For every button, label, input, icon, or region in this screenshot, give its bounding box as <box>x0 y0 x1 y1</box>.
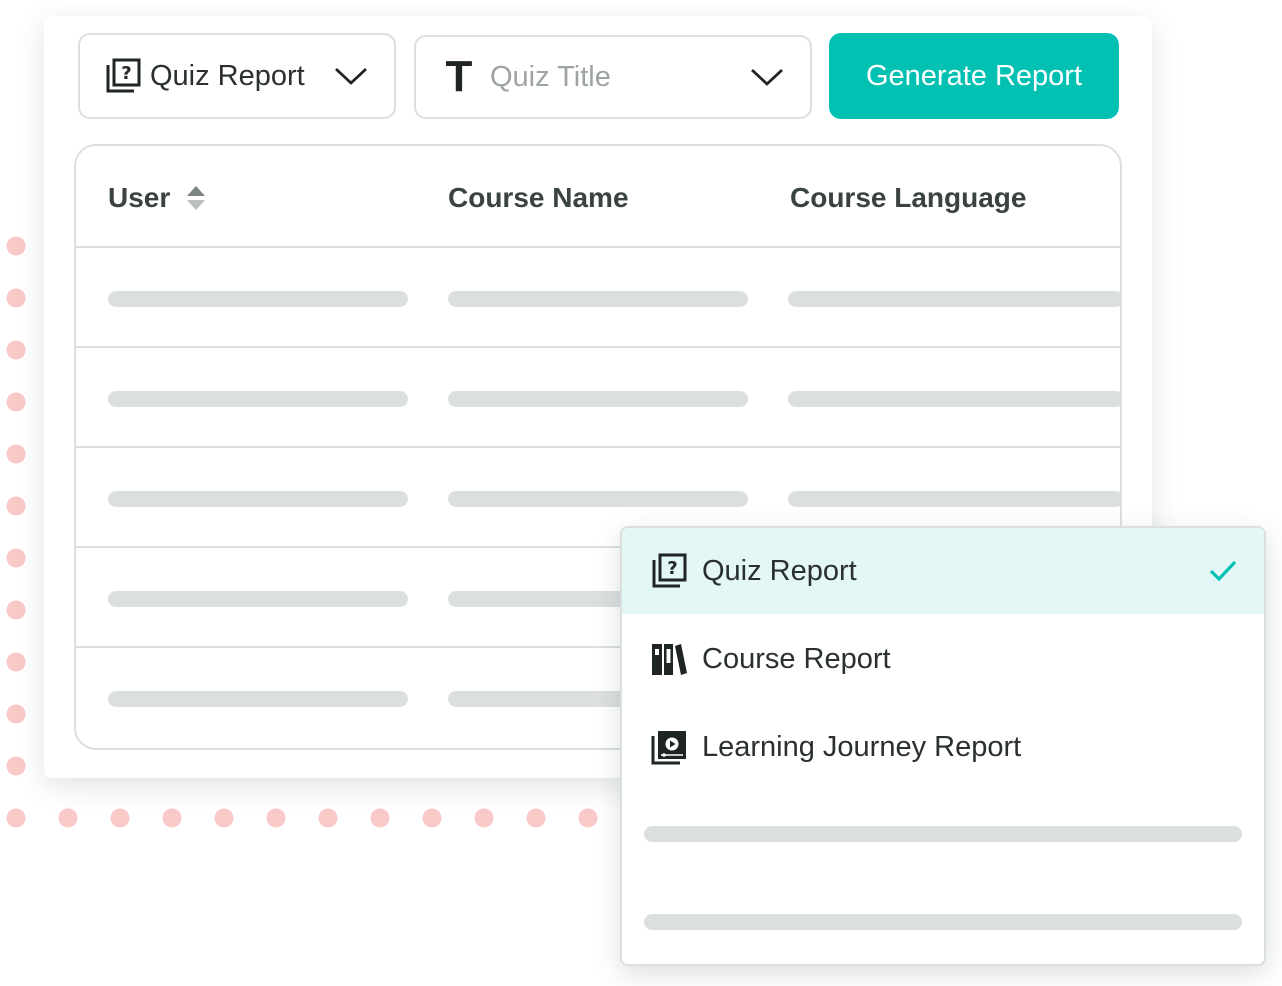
decorative-dot <box>6 496 26 516</box>
decorative-dot <box>6 392 26 412</box>
column-header-user[interactable]: User <box>108 182 206 214</box>
column-header-course-name: Course Name <box>448 182 629 214</box>
decorative-dot <box>6 600 26 620</box>
skeleton-cell <box>108 491 408 507</box>
quiz-report-icon: ? <box>652 553 687 588</box>
svg-text:?: ? <box>667 558 677 579</box>
column-header-course-language: Course Language <box>790 182 1026 214</box>
sort-icon[interactable] <box>186 185 206 211</box>
menu-item-label: Quiz Report <box>702 554 857 587</box>
skeleton-cell <box>448 491 748 507</box>
column-header-label: User <box>108 182 171 213</box>
decorative-dot <box>6 548 26 568</box>
menu-item-learning-journey-report[interactable]: Learning Journey Report <box>622 704 1264 790</box>
decorative-dot <box>422 808 442 828</box>
decorative-dot <box>6 808 26 828</box>
skeleton-menu-item <box>644 914 1242 930</box>
chevron-down-icon <box>751 68 783 86</box>
decorative-dot <box>578 808 598 828</box>
skeleton-cell <box>108 591 408 607</box>
skeleton-cell <box>108 691 408 707</box>
skeleton-menu-item <box>644 826 1242 842</box>
decorative-dot <box>6 704 26 724</box>
quiz-title-placeholder: Quiz Title <box>490 60 611 93</box>
menu-item-label: Learning Journey Report <box>702 730 1022 763</box>
skeleton-cell <box>788 391 1120 407</box>
skeleton-cell <box>788 291 1120 307</box>
decorative-dot <box>214 808 234 828</box>
decorative-dot <box>6 288 26 308</box>
chevron-down-icon <box>335 67 367 85</box>
decorative-dot <box>6 444 26 464</box>
decorative-dot <box>370 808 390 828</box>
menu-item-course-report[interactable]: Course Report <box>622 616 1264 702</box>
skeleton-cell <box>108 391 408 407</box>
table-header: User Course Name Course Language <box>76 146 1120 248</box>
decorative-dot <box>6 236 26 256</box>
decorative-dot <box>526 808 546 828</box>
text-icon: T <box>445 52 473 101</box>
decorative-dot <box>6 652 26 672</box>
quiz-report-icon: ? <box>106 58 141 93</box>
report-type-value: Quiz Report <box>150 59 305 92</box>
report-type-select[interactable]: ? Quiz Report <box>78 33 396 119</box>
books-icon <box>652 644 687 675</box>
table-row <box>76 248 1120 348</box>
decorative-dot <box>110 808 130 828</box>
decorative-dot <box>6 756 26 776</box>
quiz-title-select[interactable]: T Quiz Title <box>414 35 812 119</box>
skeleton-cell <box>108 291 408 307</box>
table-row <box>76 348 1120 448</box>
decorative-dot <box>58 808 78 828</box>
skeleton-cell <box>448 391 748 407</box>
checkmark-icon <box>1209 560 1237 582</box>
generate-report-button[interactable]: Generate Report <box>829 33 1119 119</box>
svg-text:?: ? <box>121 63 131 84</box>
menu-item-quiz-report[interactable]: ? Quiz Report <box>622 528 1264 614</box>
skeleton-cell <box>448 291 748 307</box>
column-header-label: Course Name <box>448 182 629 213</box>
decorative-dot <box>162 808 182 828</box>
decorative-dot <box>266 808 286 828</box>
video-library-icon <box>651 731 686 765</box>
decorative-dot <box>6 340 26 360</box>
column-header-label: Course Language <box>790 182 1027 213</box>
decorative-dot <box>318 808 338 828</box>
report-type-menu: ? Quiz Report Course Report Learning Jou… <box>620 526 1266 966</box>
decorative-dot <box>474 808 494 828</box>
skeleton-cell <box>788 491 1120 507</box>
menu-item-label: Course Report <box>702 642 891 675</box>
